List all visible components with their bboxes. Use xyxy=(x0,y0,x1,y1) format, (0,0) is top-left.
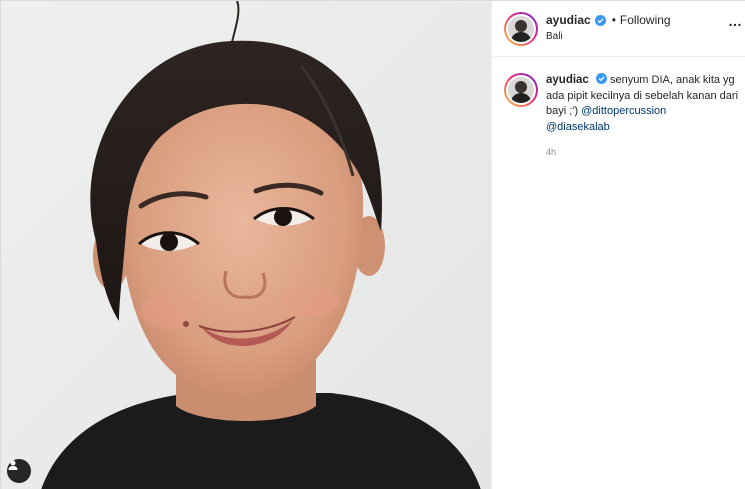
caption-avatar[interactable] xyxy=(504,73,538,107)
user-tag-icon xyxy=(8,460,18,470)
author-avatar[interactable] xyxy=(504,12,538,46)
author-line: ayudiac • Following xyxy=(546,13,671,27)
tag-people-button[interactable] xyxy=(7,459,31,483)
avatar-image xyxy=(508,16,534,42)
post-location[interactable]: Bali xyxy=(546,31,563,42)
post-photo[interactable] xyxy=(1,1,491,489)
post-side-panel: ayudiac • Following Bali … ayudiac senyu… xyxy=(491,1,745,489)
verified-badge-icon xyxy=(594,14,606,26)
caption-username[interactable]: ayudiac xyxy=(546,74,589,86)
mention-link[interactable]: @diasekalab xyxy=(546,121,610,133)
following-button[interactable]: Following xyxy=(620,13,671,27)
mention-link[interactable]: @dittopercussion xyxy=(581,105,666,117)
child-portrait-illustration xyxy=(1,1,491,489)
separator-dot: • xyxy=(611,13,616,27)
avatar-image xyxy=(508,77,534,103)
post-timestamp[interactable]: 4h xyxy=(546,147,556,157)
caption-text-block: ayudiac senyum DIA, anak kita yg ada pip… xyxy=(546,73,741,135)
instagram-post: ayudiac • Following Bali … ayudiac senyu… xyxy=(0,0,745,489)
more-options-icon[interactable]: … xyxy=(728,13,742,29)
author-username[interactable]: ayudiac xyxy=(546,13,591,27)
verified-badge-icon xyxy=(595,73,607,84)
post-header: ayudiac • Following Bali … xyxy=(492,1,745,57)
